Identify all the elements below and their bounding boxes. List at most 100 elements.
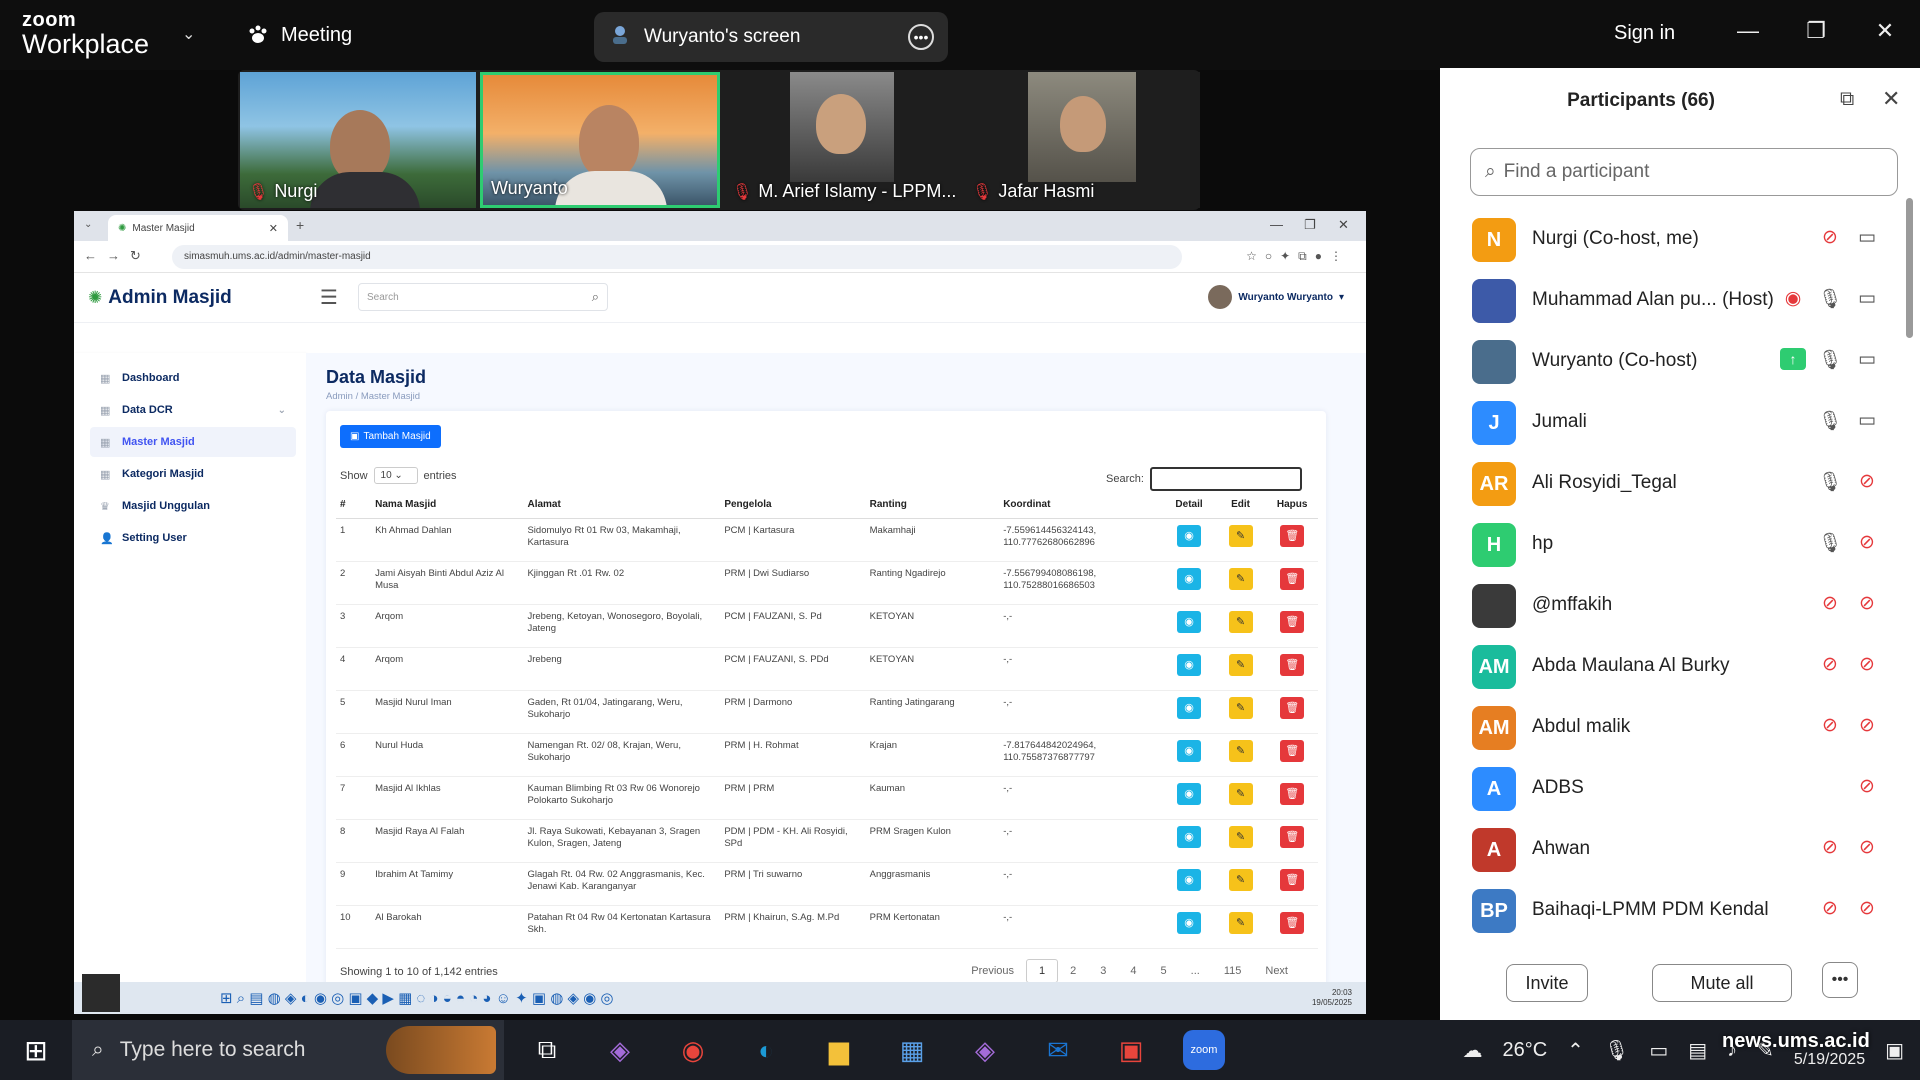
column-header[interactable]: Edit — [1214, 491, 1267, 519]
new-tab-icon[interactable]: + — [296, 217, 304, 233]
edit-button[interactable]: ✎ — [1228, 783, 1253, 805]
detail-button[interactable]: ◉ — [1177, 740, 1202, 762]
video-tile[interactable]: 🎙 Jafar Hasmi — [964, 72, 1200, 208]
edit-button[interactable]: ✎ — [1228, 912, 1253, 934]
participant-row[interactable]: BP Baihaqi-LPMM PDM Kendal ⊘ ⊘ — [1440, 879, 1910, 940]
share-options-icon[interactable]: ••• — [908, 24, 934, 50]
edge-icon[interactable]: ◐ — [745, 1035, 787, 1066]
inner-taskbar-icons[interactable]: ⊞ ⌕ ▤ ◍ ◈ ◐ ◉ ◎ ▣ ◆ ▶ ▦ ◌ ◑ ◒ ◓ ◔ ◕ ☺ ✦ … — [220, 989, 614, 1007]
video-tile[interactable]: 🎙 M. Arief Islamy - LPPM... — [724, 72, 960, 208]
sign-in-button[interactable]: Sign in — [1614, 22, 1675, 45]
pagination-item[interactable]: 5 — [1149, 960, 1179, 982]
video-icon[interactable]: ▭ — [1854, 409, 1880, 432]
app-search-input[interactable]: Search ⌕ — [358, 283, 608, 311]
microphone-icon[interactable]: 🎙 — [1604, 1038, 1629, 1063]
pagination-item[interactable]: 4 — [1118, 960, 1148, 982]
add-masjid-button[interactable]: ▣ Tambah Masjid — [340, 425, 441, 448]
column-header[interactable]: Pengelola — [720, 491, 866, 519]
video-tile[interactable]: 🎙 Nurgi — [240, 72, 476, 208]
meeting-menu[interactable]: Meeting — [245, 22, 352, 48]
participant-row[interactable]: A Ahwan ⊘ ⊘ — [1440, 818, 1910, 879]
mic-muted-icon[interactable]: ⊘ — [1817, 592, 1843, 615]
popout-icon[interactable]: ⧉ — [1840, 88, 1854, 111]
windows-start-icon[interactable]: ⊞ — [0, 1034, 72, 1067]
microphone-icon[interactable]: 🎙 — [1817, 348, 1843, 372]
chevron-up-icon[interactable]: ⌃ — [1567, 1038, 1584, 1063]
chevron-down-icon[interactable]: ⌄ — [182, 24, 195, 44]
edit-button[interactable]: ✎ — [1228, 740, 1253, 762]
microphone-icon[interactable]: 🎙 — [1817, 287, 1843, 311]
column-header[interactable]: Alamat — [523, 491, 721, 519]
video-off-icon[interactable]: ⊘ — [1854, 592, 1880, 615]
delete-button[interactable]: 🗑 — [1280, 611, 1305, 633]
edit-button[interactable]: ✎ — [1228, 611, 1253, 633]
close-icon[interactable]: ✕ — [1870, 18, 1900, 44]
detail-button[interactable]: ◉ — [1177, 697, 1202, 719]
sidebar-item-kategori-masjid[interactable]: ▦ Kategori Masjid — [90, 459, 296, 489]
chrome-icon[interactable]: ◉ — [672, 1035, 714, 1066]
participant-row[interactable]: @mffakih ⊘ ⊘ — [1440, 574, 1910, 635]
minimize-icon[interactable]: — — [1733, 18, 1763, 44]
delete-button[interactable]: 🗑 — [1280, 783, 1305, 805]
video-off-icon[interactable]: ⊘ — [1854, 897, 1880, 920]
browser-close-icon[interactable]: ✕ — [1338, 217, 1349, 233]
network-icon[interactable]: ▤ — [1688, 1038, 1707, 1063]
delete-button[interactable]: 🗑 — [1280, 654, 1305, 676]
column-header[interactable]: Nama Masjid — [371, 491, 524, 519]
edit-button[interactable]: ✎ — [1228, 654, 1253, 676]
detail-button[interactable]: ◉ — [1177, 611, 1202, 633]
edit-button[interactable]: ✎ — [1228, 568, 1253, 590]
find-participant-input[interactable]: ⌕ Find a participant — [1470, 148, 1898, 196]
sidebar-item-setting-user[interactable]: 👤 Setting User — [90, 523, 296, 553]
table-search-input[interactable] — [1149, 467, 1302, 491]
sidebar-item-masjid-unggulan[interactable]: ♛ Masjid Unggulan — [90, 491, 296, 521]
video-off-icon[interactable]: ⊘ — [1854, 531, 1880, 554]
detail-button[interactable]: ◉ — [1177, 783, 1202, 805]
delete-button[interactable]: 🗑 — [1280, 568, 1305, 590]
pagination-item[interactable]: 3 — [1088, 960, 1118, 982]
mic-muted-icon[interactable]: ⊘ — [1817, 226, 1843, 249]
detail-button[interactable]: ◉ — [1177, 525, 1202, 547]
column-header[interactable]: Hapus — [1266, 491, 1318, 519]
microphone-icon[interactable]: 🎙 — [1817, 409, 1843, 433]
file-explorer-icon[interactable]: ▆ — [818, 1035, 860, 1066]
video-off-icon[interactable]: ⊘ — [1854, 714, 1880, 737]
delete-button[interactable]: 🗑 — [1280, 525, 1305, 547]
edit-button[interactable]: ✎ — [1228, 697, 1253, 719]
detail-button[interactable]: ◉ — [1177, 568, 1202, 590]
extension-icons[interactable]: ☆○✦⧉●⋮ — [1246, 249, 1350, 264]
microphone-icon[interactable]: 🎙 — [1817, 531, 1843, 555]
pagination-item[interactable]: 1 — [1026, 959, 1059, 983]
app-logo[interactable]: ✺ Admin Masjid — [88, 287, 232, 309]
browser-restore-icon[interactable]: ❐ — [1304, 217, 1316, 233]
delete-button[interactable]: 🗑 — [1280, 869, 1305, 891]
participant-row[interactable]: AM Abdul malik ⊘ ⊘ — [1440, 696, 1910, 757]
participant-row[interactable]: Muhammad Alan pu... (Host) ◉ 🎙 ▭ — [1440, 269, 1910, 330]
video-off-icon[interactable]: ⊘ — [1854, 775, 1880, 798]
video-icon[interactable]: ▭ — [1854, 226, 1880, 249]
edit-button[interactable]: ✎ — [1228, 525, 1253, 547]
invite-button[interactable]: Invite — [1506, 964, 1588, 1002]
notification-icon[interactable]: ▣ — [1885, 1038, 1904, 1063]
video-off-icon[interactable]: ⊘ — [1854, 470, 1880, 493]
video-off-icon[interactable]: ⊘ — [1854, 836, 1880, 859]
column-header[interactable]: Detail — [1163, 491, 1215, 519]
restore-icon[interactable]: ❐ — [1801, 18, 1831, 44]
microphone-icon[interactable]: 🎙 — [1817, 470, 1843, 494]
tab-menu-icon[interactable]: ⌄ — [84, 219, 92, 230]
participant-row[interactable]: N Nurgi (Co-host, me) ⊘ ▭ — [1440, 208, 1910, 269]
store-icon[interactable]: ▦ — [891, 1035, 933, 1066]
column-header[interactable]: Koordinat — [999, 491, 1164, 519]
menu-toggle-icon[interactable]: ☰ — [320, 285, 338, 310]
detail-button[interactable]: ◉ — [1177, 912, 1202, 934]
browser-tab[interactable]: ✺ Master Masjid ✕ — [108, 215, 288, 241]
zoom-app-icon[interactable]: zoom — [1183, 1030, 1225, 1070]
delete-button[interactable]: 🗑 — [1280, 912, 1305, 934]
mic-muted-icon[interactable]: ⊘ — [1817, 836, 1843, 859]
participant-row[interactable]: Wuryanto (Co-host) ↑ 🎙 ▭ — [1440, 330, 1910, 391]
copilot-pro-icon[interactable]: ◈ — [964, 1035, 1006, 1066]
browser-minimize-icon[interactable]: — — [1270, 217, 1283, 232]
app-icon[interactable]: ▣ — [1110, 1035, 1152, 1066]
search-icon[interactable]: ⌕ — [592, 289, 599, 305]
user-menu[interactable]: Wuryanto Wuryanto ▾ — [1208, 285, 1344, 309]
